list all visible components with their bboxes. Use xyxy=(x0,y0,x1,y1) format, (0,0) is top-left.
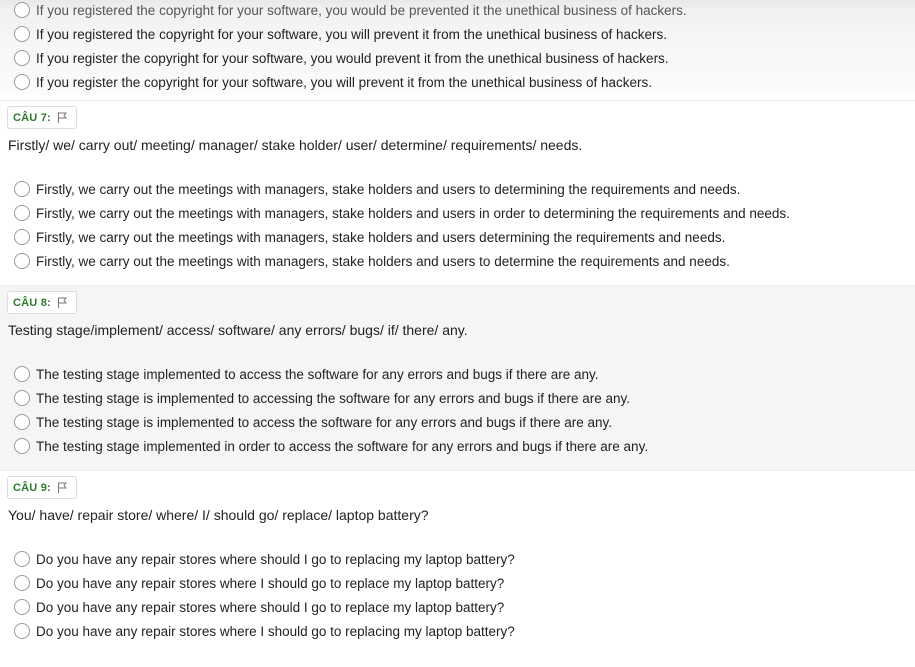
question-9: CÂU 9: You/ have/ repair store/ where/ I… xyxy=(0,470,915,667)
question-7: CÂU 7: Firstly/ we/ carry out/ meeting/ … xyxy=(0,100,915,286)
radio-button[interactable] xyxy=(14,253,30,269)
option-a[interactable]: The testing stage implemented to access … xyxy=(14,362,648,386)
option-d[interactable]: The testing stage implemented in order t… xyxy=(14,434,648,458)
option-prev-4[interactable]: If you register the copyright for your s… xyxy=(14,70,687,94)
radio-button[interactable] xyxy=(14,575,30,591)
question-badge: CÂU 9: xyxy=(7,476,77,499)
option-text: Do you have any repair stores where shou… xyxy=(36,599,505,615)
radio-button[interactable] xyxy=(14,229,30,245)
radio-button[interactable] xyxy=(14,438,30,454)
option-text: Do you have any repair stores where shou… xyxy=(36,551,515,567)
option-text: Firstly, we carry out the meetings with … xyxy=(36,229,726,245)
option-text: If you registered the copyright for your… xyxy=(36,2,687,18)
question-8: CÂU 8: Testing stage/implement/ access/ … xyxy=(0,285,915,471)
option-c[interactable]: Do you have any repair stores where shou… xyxy=(14,595,515,619)
option-text: The testing stage implemented to access … xyxy=(36,366,599,382)
options-list: Do you have any repair stores where shou… xyxy=(14,547,515,643)
question-prompt: Testing stage/implement/ access/ softwar… xyxy=(8,322,468,338)
option-text: If you registered the copyright for your… xyxy=(36,26,668,42)
radio-button[interactable] xyxy=(14,390,30,406)
question-label: CÂU 9: xyxy=(13,481,51,494)
flag-icon[interactable] xyxy=(56,481,69,494)
previous-question: If you registered the copyright for your… xyxy=(0,0,915,95)
option-d[interactable]: Do you have any repair stores where I sh… xyxy=(14,619,515,643)
radio-button[interactable] xyxy=(14,599,30,615)
radio-button[interactable] xyxy=(14,181,30,197)
quiz-page: If you registered the copyright for your… xyxy=(0,0,915,667)
option-text: The testing stage implemented in order t… xyxy=(36,438,649,454)
option-b[interactable]: The testing stage is implemented to acce… xyxy=(14,386,648,410)
radio-button[interactable] xyxy=(14,205,30,221)
radio-button[interactable] xyxy=(14,623,30,639)
previous-options-list: If you registered the copyright for your… xyxy=(14,0,687,94)
option-c[interactable]: The testing stage is implemented to acce… xyxy=(14,410,648,434)
option-prev-2[interactable]: If you registered the copyright for your… xyxy=(14,22,687,46)
radio-button[interactable] xyxy=(14,414,30,430)
radio-button[interactable] xyxy=(14,366,30,382)
option-b[interactable]: Firstly, we carry out the meetings with … xyxy=(14,201,790,225)
radio-button[interactable] xyxy=(14,551,30,567)
option-prev-3[interactable]: If you register the copyright for your s… xyxy=(14,46,687,70)
flag-icon[interactable] xyxy=(56,296,69,309)
option-d[interactable]: Firstly, we carry out the meetings with … xyxy=(14,249,790,273)
question-badge: CÂU 8: xyxy=(7,291,77,314)
radio-button[interactable] xyxy=(14,74,30,90)
question-badge: CÂU 7: xyxy=(7,106,77,129)
radio-button[interactable] xyxy=(14,26,30,42)
options-list: Firstly, we carry out the meetings with … xyxy=(14,177,790,273)
question-label: CÂU 8: xyxy=(13,296,51,309)
radio-button[interactable] xyxy=(14,50,30,66)
option-b[interactable]: Do you have any repair stores where I sh… xyxy=(14,571,515,595)
option-a[interactable]: Do you have any repair stores where shou… xyxy=(14,547,515,571)
option-text: If you register the copyright for your s… xyxy=(36,74,653,90)
question-prompt: Firstly/ we/ carry out/ meeting/ manager… xyxy=(8,137,583,153)
options-list: The testing stage implemented to access … xyxy=(14,362,648,458)
option-text: If you register the copyright for your s… xyxy=(36,50,669,66)
option-text: Firstly, we carry out the meetings with … xyxy=(36,205,790,221)
option-text: Firstly, we carry out the meetings with … xyxy=(36,253,730,269)
question-prompt: You/ have/ repair store/ where/ I/ shoul… xyxy=(8,507,429,523)
option-text: Do you have any repair stores where I sh… xyxy=(36,575,505,591)
radio-button[interactable] xyxy=(14,2,30,18)
option-prev-1[interactable]: If you registered the copyright for your… xyxy=(14,0,687,22)
option-text: Do you have any repair stores where I sh… xyxy=(36,623,515,639)
option-text: Firstly, we carry out the meetings with … xyxy=(36,181,741,197)
flag-icon[interactable] xyxy=(56,111,69,124)
option-text: The testing stage is implemented to acce… xyxy=(36,414,613,430)
option-c[interactable]: Firstly, we carry out the meetings with … xyxy=(14,225,790,249)
question-label: CÂU 7: xyxy=(13,111,51,124)
option-a[interactable]: Firstly, we carry out the meetings with … xyxy=(14,177,790,201)
option-text: The testing stage is implemented to acce… xyxy=(36,390,631,406)
